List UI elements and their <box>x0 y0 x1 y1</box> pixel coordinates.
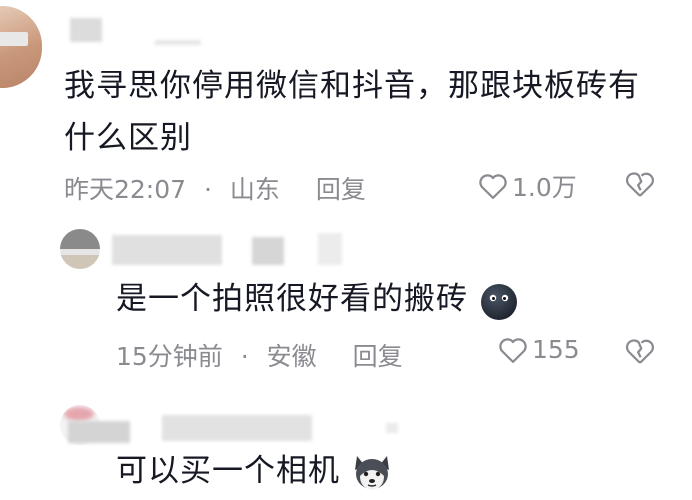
heart-outline-icon <box>499 337 527 363</box>
comment-text-content: 是一个拍照很好看的搬砖 <box>116 281 468 317</box>
username-blurred[interactable] <box>70 18 102 42</box>
comment-time: 昨天22:07 <box>64 175 187 204</box>
comment-item-3: 可以买一个相机 <box>0 385 692 500</box>
like-count: 155 <box>532 335 580 364</box>
comment-item-1: 我寻思你停用微信和抖音，那跟块板砖有 什么区别 昨天22:07 · 山东 回复 … <box>0 0 692 215</box>
comment-location: 山东 <box>229 175 280 204</box>
meta-separator: · <box>240 342 249 371</box>
username-blurred-extra <box>252 237 284 265</box>
comment-meta: 15分钟前 · 安徽 回复 <box>116 337 403 373</box>
reply-button[interactable]: 回复 <box>316 175 366 204</box>
username-blurred[interactable] <box>68 421 130 443</box>
comment-text: 我寻思你停用微信和抖音，那跟块板砖有 什么区别 <box>64 60 640 164</box>
like-count: 1.0万 <box>512 173 577 202</box>
avatar[interactable] <box>60 229 100 269</box>
comment-text-content: 可以买一个相机 <box>116 453 340 489</box>
username-blurred[interactable] <box>112 235 222 265</box>
username-blurred-extra <box>386 423 398 433</box>
comment-meta: 昨天22:07 · 山东 回复 <box>64 170 366 206</box>
husky-dog-emoji <box>354 455 389 490</box>
username-blurred-extra <box>162 415 312 441</box>
username-blurred-extra <box>155 40 201 45</box>
broken-heart-icon <box>626 339 654 364</box>
username-blurred-extra <box>318 233 342 265</box>
like-button[interactable]: 155 <box>498 335 580 364</box>
comment-time: 15分钟前 <box>116 342 223 371</box>
comment-location: 安徽 <box>266 342 317 371</box>
comment-text: 可以买一个相机 <box>116 445 393 497</box>
comment-text-line-1: 我寻思你停用微信和抖音，那跟块板砖有 <box>64 68 640 104</box>
broken-heart-icon <box>626 172 654 197</box>
dislike-button[interactable] <box>625 170 655 202</box>
reply-button[interactable]: 回复 <box>353 342 403 371</box>
comment-text-line-2: 什么区别 <box>64 120 192 156</box>
heart-outline-icon <box>479 174 507 199</box>
meta-separator: · <box>204 175 212 204</box>
comment-item-2: 是一个拍照很好看的搬砖 15分钟前 · 安徽 回复 155 <box>0 215 692 385</box>
dark-blob-emoji <box>480 283 517 320</box>
dislike-button[interactable] <box>625 337 655 369</box>
like-button[interactable]: 1.0万 <box>478 168 577 204</box>
comment-text: 是一个拍照很好看的搬砖 <box>116 273 519 325</box>
avatar[interactable] <box>0 6 42 88</box>
